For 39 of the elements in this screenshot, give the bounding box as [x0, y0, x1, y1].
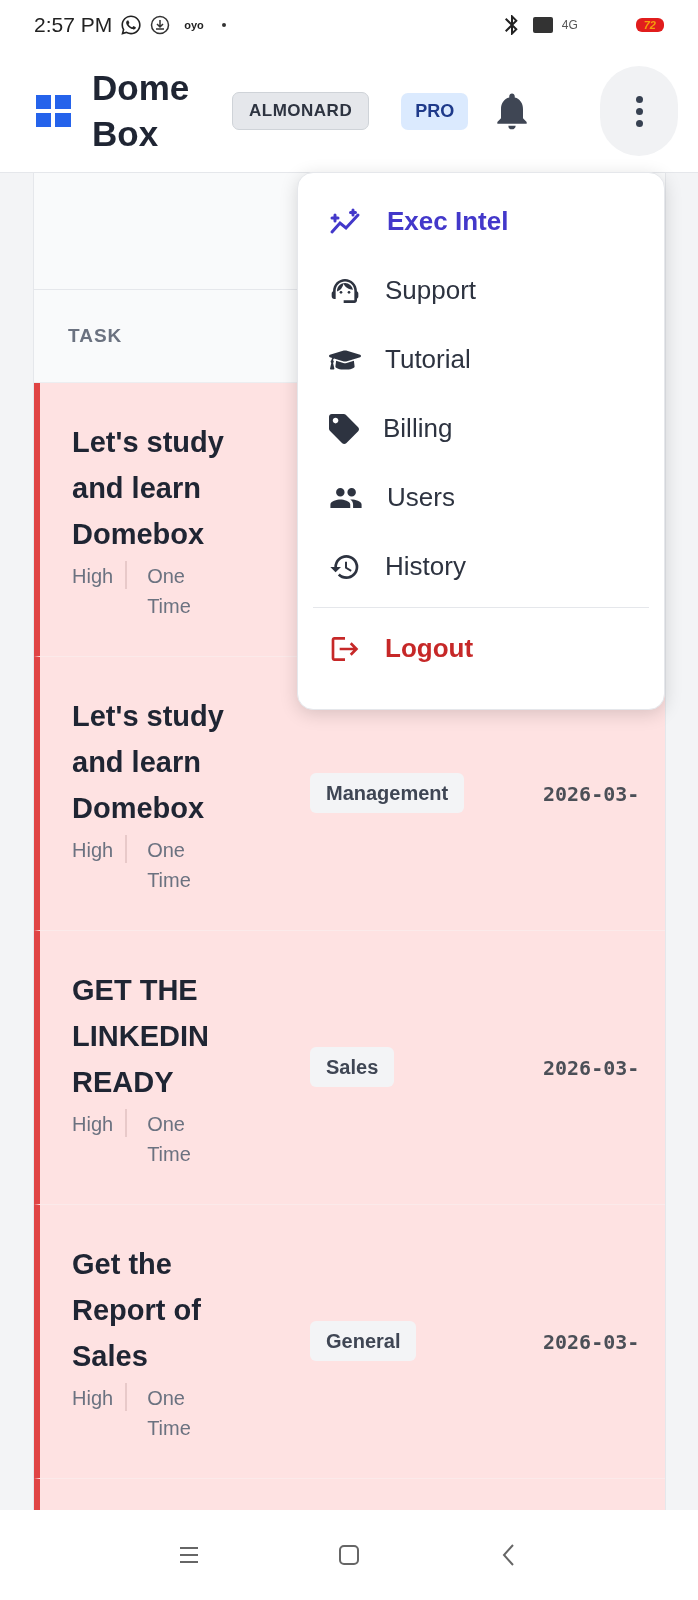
menu-item[interactable]: Support	[313, 256, 649, 325]
chat-icon	[120, 14, 143, 36]
status-time: 2:57 PM	[34, 13, 113, 37]
category-tag: Management	[310, 773, 465, 813]
priority-label: High	[72, 560, 128, 589]
due-date: 2026-03-	[543, 1329, 640, 1354]
frequency-label: One Time	[146, 1111, 192, 1167]
task-title: GET THE LINKEDIN READY	[72, 972, 210, 1100]
frequency-label: One Time	[146, 563, 192, 619]
menu-item[interactable]: Users	[313, 463, 649, 532]
network-label: 4G	[561, 18, 578, 32]
workspace-badge: ALMONARD	[232, 92, 370, 130]
logo-icon	[36, 93, 72, 129]
category-tag: General	[310, 1321, 417, 1361]
battery-indicator: 72	[635, 18, 664, 32]
tag-icon	[329, 413, 359, 444]
category-tag: Sales	[310, 1047, 395, 1087]
menu-item[interactable]: History	[313, 532, 649, 601]
priority-label: High	[72, 1382, 128, 1411]
plan-badge: PRO	[401, 92, 469, 130]
task-title: Let's study and learn Domebox	[72, 424, 225, 552]
task-title: Get the Report of Sales	[72, 1246, 202, 1374]
app-label: oyo	[184, 19, 204, 31]
volte-icon	[531, 15, 554, 35]
column-header: TASK	[68, 325, 123, 347]
menu-item[interactable]: Billing	[313, 394, 649, 463]
task-row[interactable]: GET THE LINKEDIN READY High One Time Sales 2026-03-	[34, 931, 665, 1205]
frequency-label: One Time	[146, 837, 192, 893]
frequency-label: One Time	[146, 1385, 192, 1441]
priority-label: High	[72, 834, 128, 863]
brand-name: Dome Box	[92, 67, 191, 155]
menu-item[interactable]: Tutorial	[313, 325, 649, 394]
due-date: 2026-03-	[543, 1055, 640, 1080]
task-row[interactable]: Get the Report of Sales High One Time General 2026-03-	[34, 1205, 665, 1479]
task-title: Let's study and learn Domebox	[72, 698, 225, 826]
due-date: 2026-03-	[543, 781, 640, 806]
priority-label: High	[72, 1108, 128, 1137]
dot-icon	[221, 23, 226, 27]
download-icon	[150, 15, 171, 35]
